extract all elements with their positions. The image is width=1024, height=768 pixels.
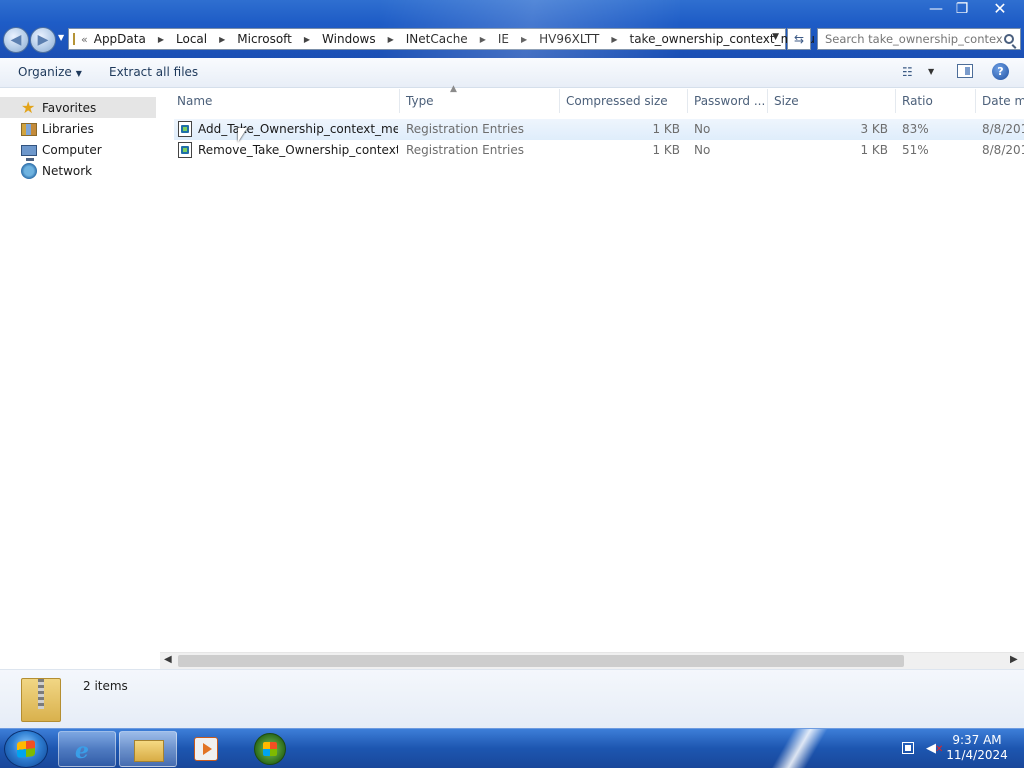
computer-icon <box>21 144 37 161</box>
registry-file-icon <box>178 121 192 137</box>
breadcrumb-local[interactable]: Local <box>176 32 207 46</box>
mouse-pointer-icon <box>238 128 247 142</box>
registry-file-icon <box>178 142 192 158</box>
file-password: No <box>694 143 711 157</box>
recent-pages-dropdown[interactable]: ▼ <box>58 33 64 42</box>
start-button[interactable] <box>4 730 48 768</box>
close-button[interactable]: ✕ <box>984 0 1016 20</box>
file-ratio: 51% <box>902 143 929 157</box>
system-clock[interactable]: 9:37 AM 11/4/2024 <box>946 733 1008 763</box>
title-bar: — ❐ ✕ ◀ ▶ ▼ « AppData ▶ Local ▶ Microsof… <box>0 0 1024 58</box>
column-header-password[interactable]: Password ... <box>688 89 768 113</box>
breadcrumb-inetcache[interactable]: INetCache <box>406 32 468 46</box>
file-date: 8/8/2018 <box>982 122 1024 136</box>
column-header-name[interactable]: Name <box>170 89 400 113</box>
nav-item-label: Libraries <box>42 121 94 136</box>
breadcrumb-appdata[interactable]: AppData <box>94 32 146 46</box>
nav-item-label: Computer <box>42 142 102 157</box>
address-dropdown-button[interactable]: ▼ <box>772 32 779 42</box>
nav-item-computer[interactable]: Computer <box>0 139 156 161</box>
breadcrumb-separator[interactable]: ▶ <box>388 35 394 44</box>
breadcrumb-ie[interactable]: IE <box>498 32 509 46</box>
action-center-flag-icon[interactable] <box>902 742 914 754</box>
file-name[interactable]: Remove_Take_Ownership_context_... <box>198 143 398 157</box>
taskbar-windows-update[interactable] <box>254 733 286 765</box>
view-options-dropdown[interactable]: ▼ <box>928 67 934 76</box>
help-icon[interactable]: ? <box>992 63 1009 80</box>
scroll-right-arrow-icon[interactable]: ▶ <box>1010 654 1018 665</box>
file-date: 8/8/2018 <box>982 143 1024 157</box>
column-header-type[interactable]: Type <box>400 89 560 113</box>
forward-button[interactable]: ▶ <box>30 27 56 53</box>
breadcrumb-separator[interactable]: ▶ <box>304 35 310 44</box>
restore-button[interactable]: ❐ <box>946 0 978 20</box>
scrollbar-thumb[interactable] <box>178 655 904 667</box>
folder-icon <box>73 33 75 45</box>
file-name[interactable]: Add_Take_Ownership_context_menu <box>198 122 398 136</box>
file-password: No <box>694 122 711 136</box>
item-count: 2 items <box>83 679 128 693</box>
back-button[interactable]: ◀ <box>3 27 29 53</box>
nav-item-network[interactable]: Network <box>0 160 156 181</box>
taskbar-windows-explorer[interactable] <box>119 731 177 767</box>
preview-pane-icon[interactable] <box>957 64 973 78</box>
search-icon[interactable] <box>1004 34 1014 44</box>
search-input[interactable] <box>825 32 1003 46</box>
extract-all-files-button[interactable]: Extract all files <box>109 65 198 79</box>
organize-label: Organize <box>18 65 72 79</box>
network-icon <box>21 162 37 179</box>
column-headers: ▲ Name Type Compressed size Password ...… <box>170 84 1024 113</box>
breadcrumb-windows[interactable]: Windows <box>322 32 376 46</box>
star-icon: ★ <box>21 97 36 117</box>
file-compressed-size: 1 KB <box>652 122 680 136</box>
chevron-down-icon: ▼ <box>75 69 82 78</box>
column-header-ratio[interactable]: Ratio <box>896 89 976 113</box>
muted-x-icon: ✕ <box>935 744 944 755</box>
taskbar-internet-explorer[interactable]: e <box>58 731 116 767</box>
breadcrumb: AppData ▶ Local ▶ Microsoft ▶ Windows ▶ … <box>94 32 815 46</box>
nav-item-libraries[interactable]: Libraries <box>0 118 156 139</box>
change-view-icon[interactable]: ☷ <box>902 65 913 79</box>
breadcrumb-microsoft[interactable]: Microsoft <box>237 32 292 46</box>
folder-icon <box>134 740 164 762</box>
nav-item-label: Network <box>42 163 93 178</box>
breadcrumb-overflow[interactable]: « <box>81 33 88 46</box>
nav-item-favorites[interactable]: ★ Favorites <box>0 97 156 118</box>
details-pane: 2 items <box>0 669 1024 728</box>
refresh-button[interactable]: ⇆ <box>787 28 811 50</box>
taskbar: e ◀ ✕ 9:37 AM 11/4/2024 <box>0 728 1024 768</box>
file-type: Registration Entries <box>406 122 524 136</box>
file-row[interactable]: Add_Take_Ownership_context_menu Registra… <box>174 119 1024 140</box>
zip-folder-icon <box>21 678 61 722</box>
column-header-size[interactable]: Size <box>768 89 896 113</box>
address-bar[interactable]: « AppData ▶ Local ▶ Microsoft ▶ Windows … <box>68 28 815 50</box>
breadcrumb-separator[interactable]: ▶ <box>219 35 225 44</box>
file-size: 1 KB <box>860 143 888 157</box>
column-header-compressed-size[interactable]: Compressed size <box>560 89 688 113</box>
clock-date: 11/4/2024 <box>946 748 1008 762</box>
clock-time: 9:37 AM <box>952 733 1002 747</box>
organize-button[interactable]: Organize ▼ <box>18 65 82 79</box>
breadcrumb-separator[interactable]: ▶ <box>480 35 486 44</box>
file-ratio: 83% <box>902 122 929 136</box>
file-size: 3 KB <box>860 122 888 136</box>
command-bar: Organize ▼ Extract all files ☷ ▼ ? <box>0 58 1024 88</box>
internet-explorer-icon: e <box>75 738 89 764</box>
breadcrumb-separator[interactable]: ▶ <box>521 35 527 44</box>
horizontal-scrollbar[interactable]: ◀ ▶ <box>160 652 1024 669</box>
taskbar-media-player[interactable] <box>194 737 218 761</box>
nav-item-label: Favorites <box>42 100 97 115</box>
file-compressed-size: 1 KB <box>652 143 680 157</box>
navigation-pane: ★ Favorites Libraries Computer Network <box>0 89 160 669</box>
breadcrumb-hv96xltt[interactable]: HV96XLTT <box>539 32 599 46</box>
breadcrumb-separator[interactable]: ▶ <box>611 35 617 44</box>
file-type: Registration Entries <box>406 143 524 157</box>
libraries-icon <box>21 123 37 136</box>
scroll-left-arrow-icon[interactable]: ◀ <box>164 654 172 665</box>
search-box[interactable] <box>817 28 1021 50</box>
file-row[interactable]: Remove_Take_Ownership_context_... Regist… <box>174 140 1024 161</box>
breadcrumb-separator[interactable]: ▶ <box>158 35 164 44</box>
column-header-date-modified[interactable]: Date mo <box>976 89 1024 113</box>
